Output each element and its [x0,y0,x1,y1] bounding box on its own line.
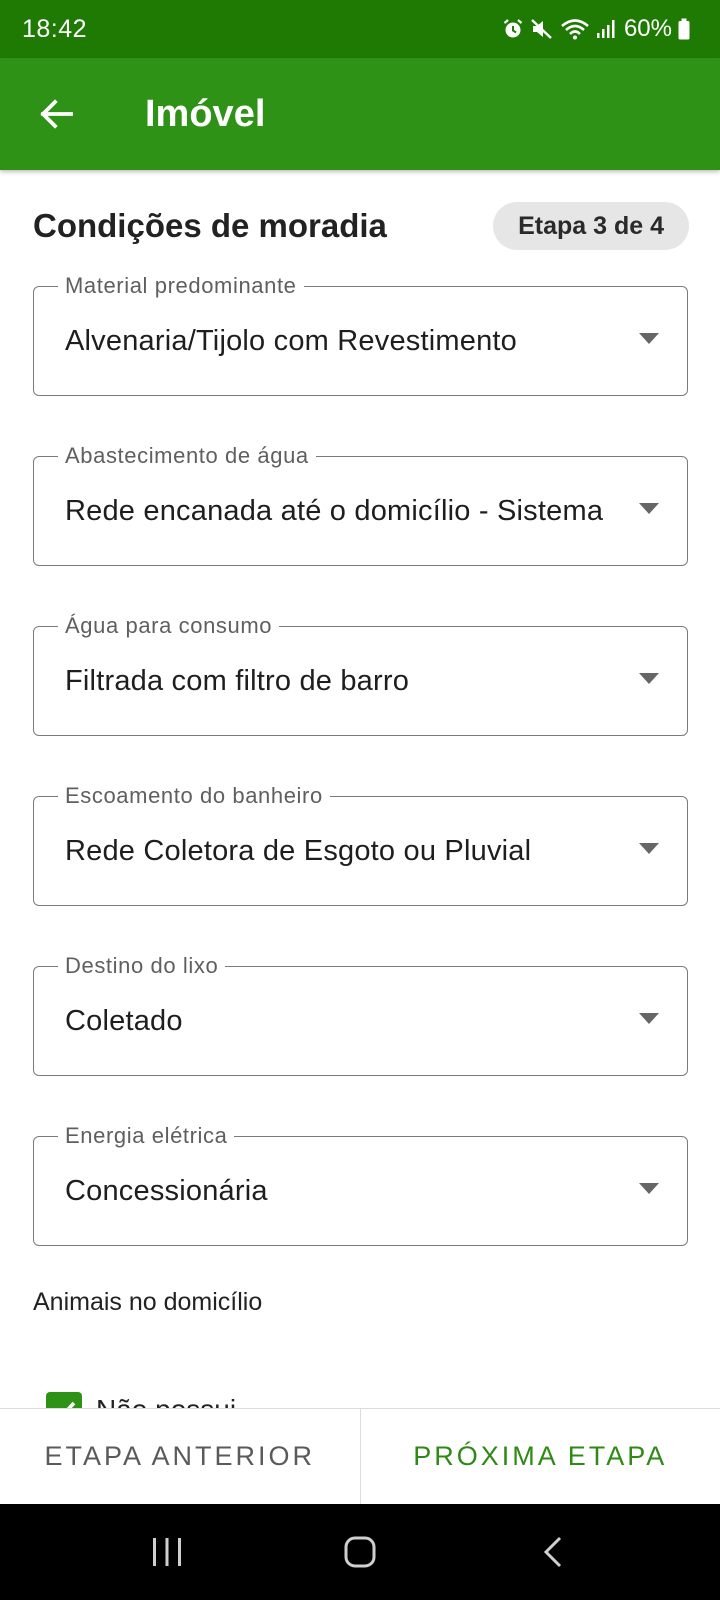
check-icon [66,1401,76,1408]
field-value: Coletado [65,1004,183,1037]
abastecimento-agua-select[interactable]: Abastecimento de água Rede encanada até … [33,442,688,566]
dropdown-arrow-icon [639,1013,659,1024]
dropdown-arrow-icon [639,503,659,514]
battery-icon [678,18,690,40]
step-badge: Etapa 3 de 4 [493,202,689,250]
form-content[interactable]: Condições de moradia Etapa 3 de 4 Materi… [0,170,720,1408]
dropdown-arrow-icon [639,1183,659,1194]
dropdown-arrow-icon [639,673,659,684]
app-bar: Imóvel [0,58,720,170]
field-value: Concessionária [65,1174,268,1207]
screen: 18:42 60% Imóvel Condições de moradia Et… [0,0,720,1600]
back-button[interactable] [27,85,85,143]
battery-level: 60% [623,15,672,42]
status-icons: 60% [502,15,690,43]
status-bar: 18:42 60% [0,0,720,58]
material-predominante-select[interactable]: Material predominante Alvenaria/Tijolo c… [33,272,688,396]
recent-apps-button[interactable] [127,1512,207,1592]
no-animals-label: Não possui [96,1394,236,1408]
dropdown-arrow-icon [639,333,659,344]
recent-apps-icon [152,1538,181,1566]
destino-lixo-select[interactable]: Destino do lixo Coletado [33,952,688,1076]
section-header: Condições de moradia Etapa 3 de 4 [33,200,689,252]
section-title: Condições de moradia [33,207,387,244]
field-value: Rede Coletora de Esgoto ou Pluvial [65,834,532,867]
energia-eletrica-select[interactable]: Energia elétrica Concessionária [33,1122,688,1246]
field-value: Alvenaria/Tijolo com Revestimento [65,324,517,357]
dropdown-arrow-icon [639,843,659,854]
page-title: Imóvel [145,92,266,135]
no-animals-checkbox[interactable] [46,1392,82,1408]
alarm-icon [502,18,524,40]
system-nav-bar [0,1504,720,1600]
next-step-button[interactable]: PRÓXIMA ETAPA [361,1409,720,1504]
arrow-back-icon [40,99,73,129]
status-time: 18:42 [22,14,88,43]
field-value: Rede encanada até o domicílio - Sistema [65,494,604,527]
mute-icon [530,18,554,40]
signal-icon [596,19,616,39]
chevron-left-icon [544,1536,562,1568]
escoamento-banheiro-select[interactable]: Escoamento do banheiro Rede Coletora de … [33,782,688,906]
field-value: Filtrada com filtro de barro [65,664,410,697]
system-back-button[interactable] [513,1512,593,1592]
step-navigation-bar: ETAPA ANTERIOR PRÓXIMA ETAPA [0,1408,720,1504]
no-animals-option[interactable]: Não possui [46,1392,236,1408]
agua-consumo-select[interactable]: Água para consumo Filtrada com filtro de… [33,612,688,736]
wifi-icon [560,18,590,40]
home-icon [344,1536,376,1568]
previous-step-button[interactable]: ETAPA ANTERIOR [0,1409,361,1504]
home-button[interactable] [320,1512,400,1592]
animals-label: Animais no domicílio [33,1288,263,1316]
